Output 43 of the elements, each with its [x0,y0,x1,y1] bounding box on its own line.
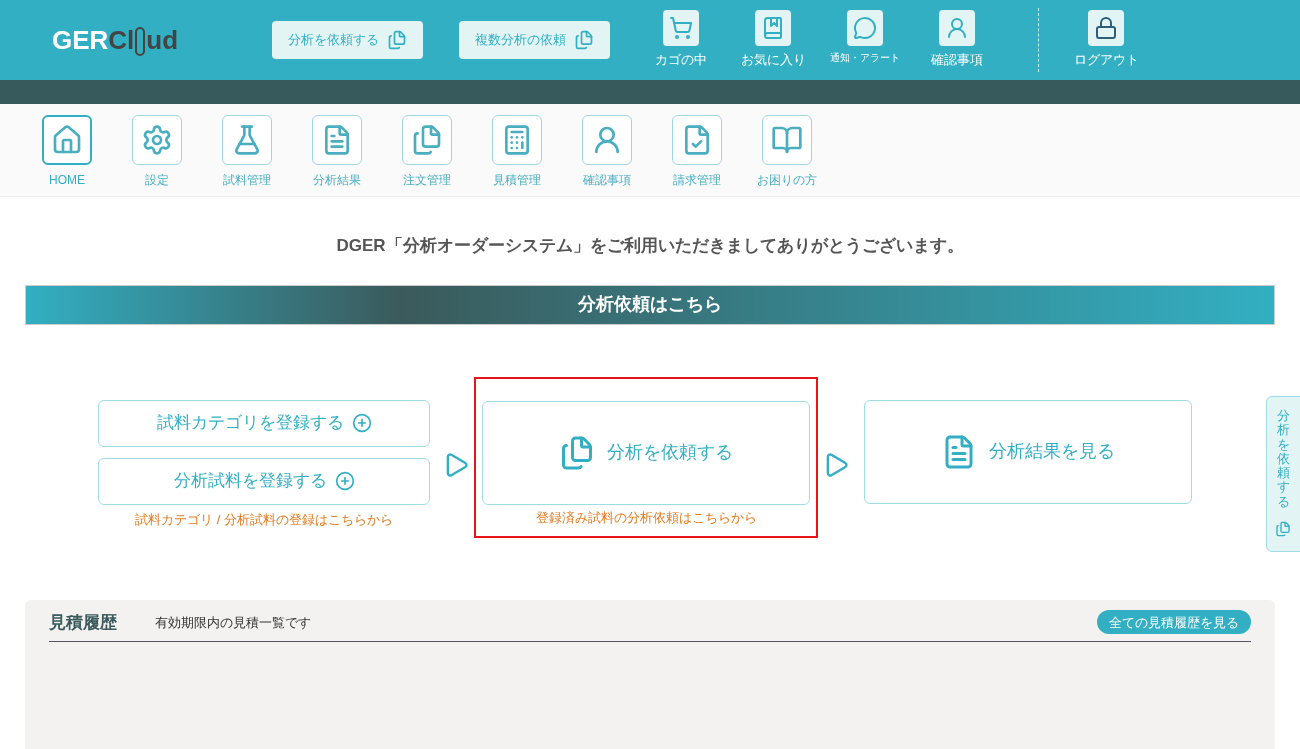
register-caption: 試料カテゴリ / 分析試料の登録はこちらから [135,510,393,529]
register-button[interactable]: 分析試料を登録する [98,457,430,505]
nav-item[interactable]: 設定 [125,115,189,196]
home-icon [51,124,83,156]
nav-item[interactable]: 分析結果 [305,115,369,196]
section-banner: 分析依頼はこちら [25,284,1275,325]
nav-item[interactable]: 請求管理 [665,115,729,196]
documents-icon [559,434,595,471]
view-all-button[interactable]: 全ての見積履歴を見る [1097,610,1251,635]
nav-item[interactable]: 見積管理 [485,115,549,196]
documents-icon [1275,521,1291,538]
test-tube-icon [134,26,147,57]
nav-item[interactable]: 確認事項 [575,115,639,196]
documents-icon [387,30,407,50]
plus-circle-icon [334,471,355,491]
panel-title: 見積履歴 [49,611,117,634]
header-icon-button[interactable]: お気に入り [732,10,814,70]
header-icon-button[interactable]: 通知・アラート [824,10,906,70]
request-card[interactable]: 分析を依頼する [482,400,810,505]
chat-bubble-icon [853,16,877,41]
header-icon-button[interactable]: 確認事項 [916,10,998,70]
request-button[interactable]: 複数分析の依頼 [459,21,610,59]
book-icon [771,124,803,156]
side-request-tab[interactable]: 分析を依頼する [1266,396,1300,552]
panel-subtitle: 有効期限内の見積一覧です [155,613,311,632]
documents-icon [574,30,594,50]
register-button[interactable]: 試料カテゴリを登録する [98,399,430,447]
lock-icon [1094,16,1118,41]
request-caption: 登録済み試料の分析依頼はこちらから [535,508,757,527]
cart-icon [669,16,693,41]
header-icon-button[interactable]: カゴの中 [640,10,722,70]
logout-button[interactable]: ログアウト [1061,10,1151,70]
plus-circle-icon [351,413,372,433]
results-card[interactable]: 分析結果を見る [864,399,1192,504]
nav-item[interactable]: お困りの方 [755,115,819,196]
nav-item[interactable]: HOME [35,115,99,196]
documents-icon [411,124,443,156]
nav-item[interactable]: 注文管理 [395,115,459,196]
welcome-message: DGER「分析オーダーシステム」をご利用いただきましてありがとうございます。 [335,235,965,257]
nav-item[interactable]: 試料管理 [215,115,279,196]
gear-icon [141,124,173,156]
logo: GERCl ud [52,23,180,59]
request-button[interactable]: 分析を依頼する [272,21,423,59]
